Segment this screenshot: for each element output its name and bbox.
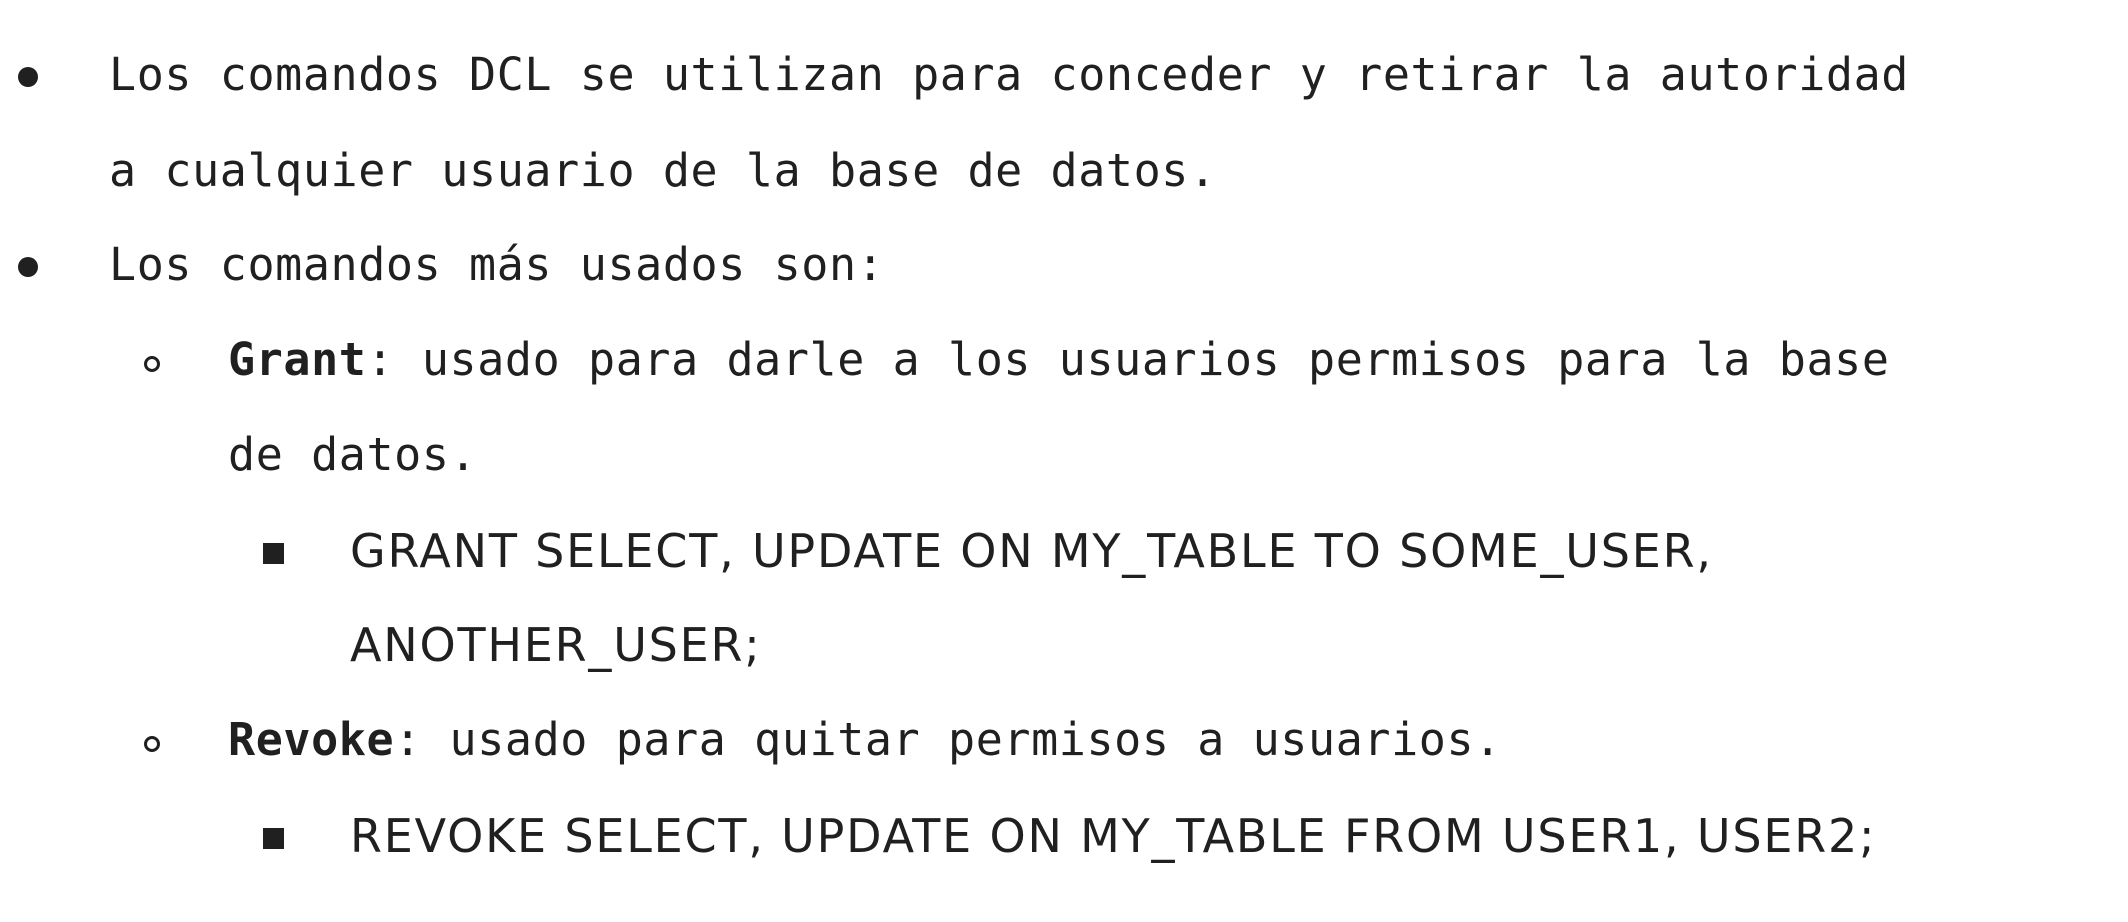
dcl-description-line2: a cualquier usuario de la base de datos. xyxy=(109,144,1217,197)
grant-term: Grant xyxy=(228,333,367,386)
grant-description-text: : usado para darle a los usuarios permis… xyxy=(366,333,1890,386)
common-commands-intro: Los comandos más usados son: xyxy=(109,238,885,291)
dcl-description-line1: Los comandos DCL se utilizan para conced… xyxy=(109,48,1909,101)
revoke-description: Revoke: usado para quitar permisos a usu… xyxy=(228,710,1502,770)
bullet-disc-icon xyxy=(18,67,38,87)
slide-content: Los comandos DCL se utilizan para conced… xyxy=(0,0,2128,922)
grant-example-line2: ANOTHER_USER; xyxy=(350,618,762,672)
revoke-description-text: : usado para quitar permisos a usuarios. xyxy=(394,713,1502,766)
grant-example-line1: GRANT SELECT, UPDATE ON MY_TABLE TO SOME… xyxy=(350,524,1713,578)
bullet-circle-icon xyxy=(144,356,160,372)
bullet-square-icon xyxy=(263,828,284,849)
bullet-circle-icon xyxy=(144,736,160,752)
revoke-term: Revoke xyxy=(228,713,395,766)
revoke-example: REVOKE SELECT, UPDATE ON MY_TABLE FROM U… xyxy=(350,809,1877,863)
grant-description-line1: Grant: usado para darle a los usuarios p… xyxy=(228,330,1890,390)
grant-description-line2: de datos. xyxy=(228,428,478,481)
bullet-disc-icon xyxy=(18,257,38,277)
bullet-square-icon xyxy=(263,543,284,564)
